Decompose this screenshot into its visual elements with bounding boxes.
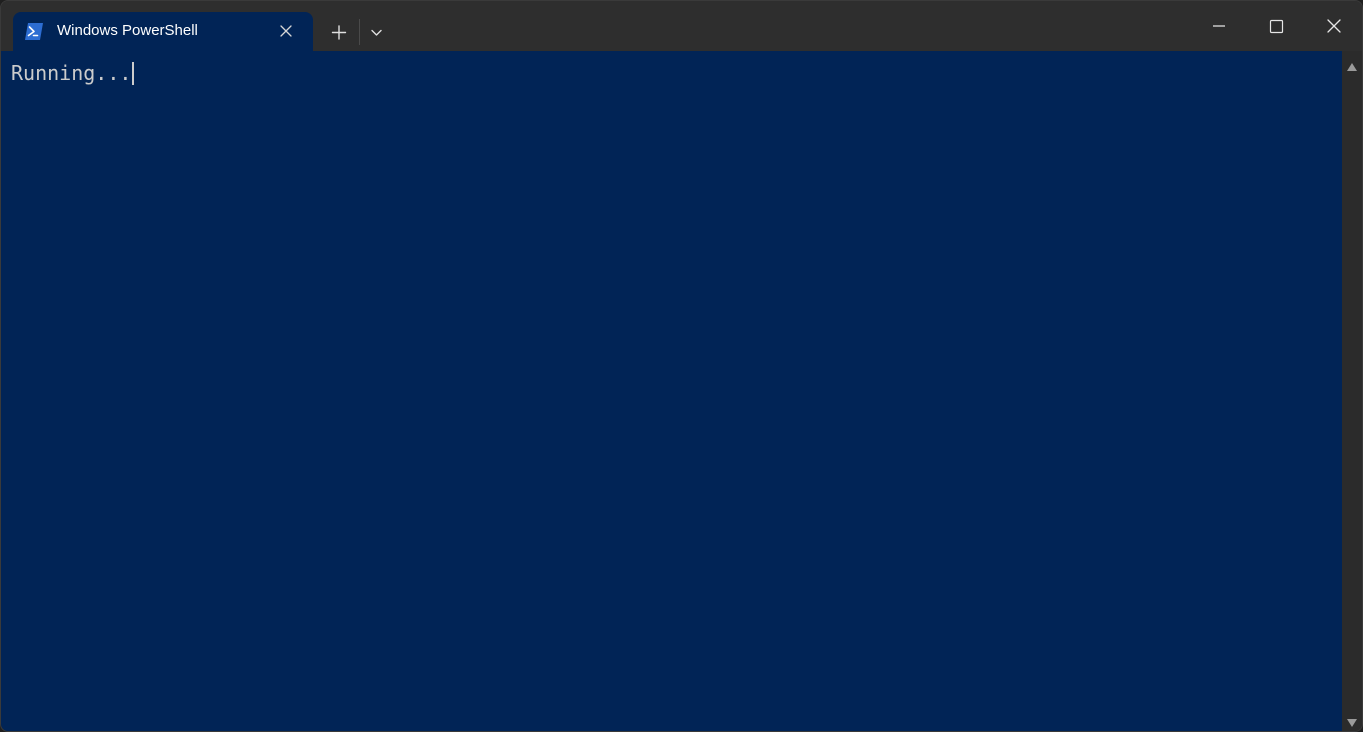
close-button[interactable] — [1305, 1, 1362, 51]
maximize-button[interactable] — [1248, 1, 1306, 51]
tab-title: Windows PowerShell — [57, 22, 198, 39]
close-icon — [1327, 19, 1341, 33]
chevron-down-icon — [371, 29, 382, 36]
new-tab-button[interactable] — [323, 17, 355, 47]
vertical-scrollbar[interactable] — [1342, 51, 1362, 731]
terminal-line-text: Running... — [11, 61, 132, 85]
terminal-line: Running... — [11, 61, 134, 85]
tab-windows-powershell[interactable]: Windows PowerShell — [13, 12, 313, 51]
minimize-icon — [1213, 25, 1225, 27]
scroll-up-arrow-icon[interactable] — [1346, 59, 1358, 71]
plus-icon — [331, 25, 347, 40]
close-icon — [280, 25, 292, 37]
tab-close-button[interactable] — [275, 20, 297, 42]
maximize-icon — [1269, 19, 1284, 34]
title-bar[interactable]: Windows PowerShell — [1, 1, 1362, 51]
terminal-window: Windows PowerShell Running... — [0, 0, 1363, 732]
powershell-icon — [25, 23, 43, 40]
text-cursor — [132, 62, 134, 85]
tab-dropdown-button[interactable] — [363, 17, 391, 47]
tab-separator — [359, 19, 360, 45]
minimize-button[interactable] — [1190, 1, 1248, 51]
terminal-output-area[interactable]: Running... — [1, 51, 1342, 731]
scroll-down-arrow-icon[interactable] — [1346, 715, 1358, 727]
